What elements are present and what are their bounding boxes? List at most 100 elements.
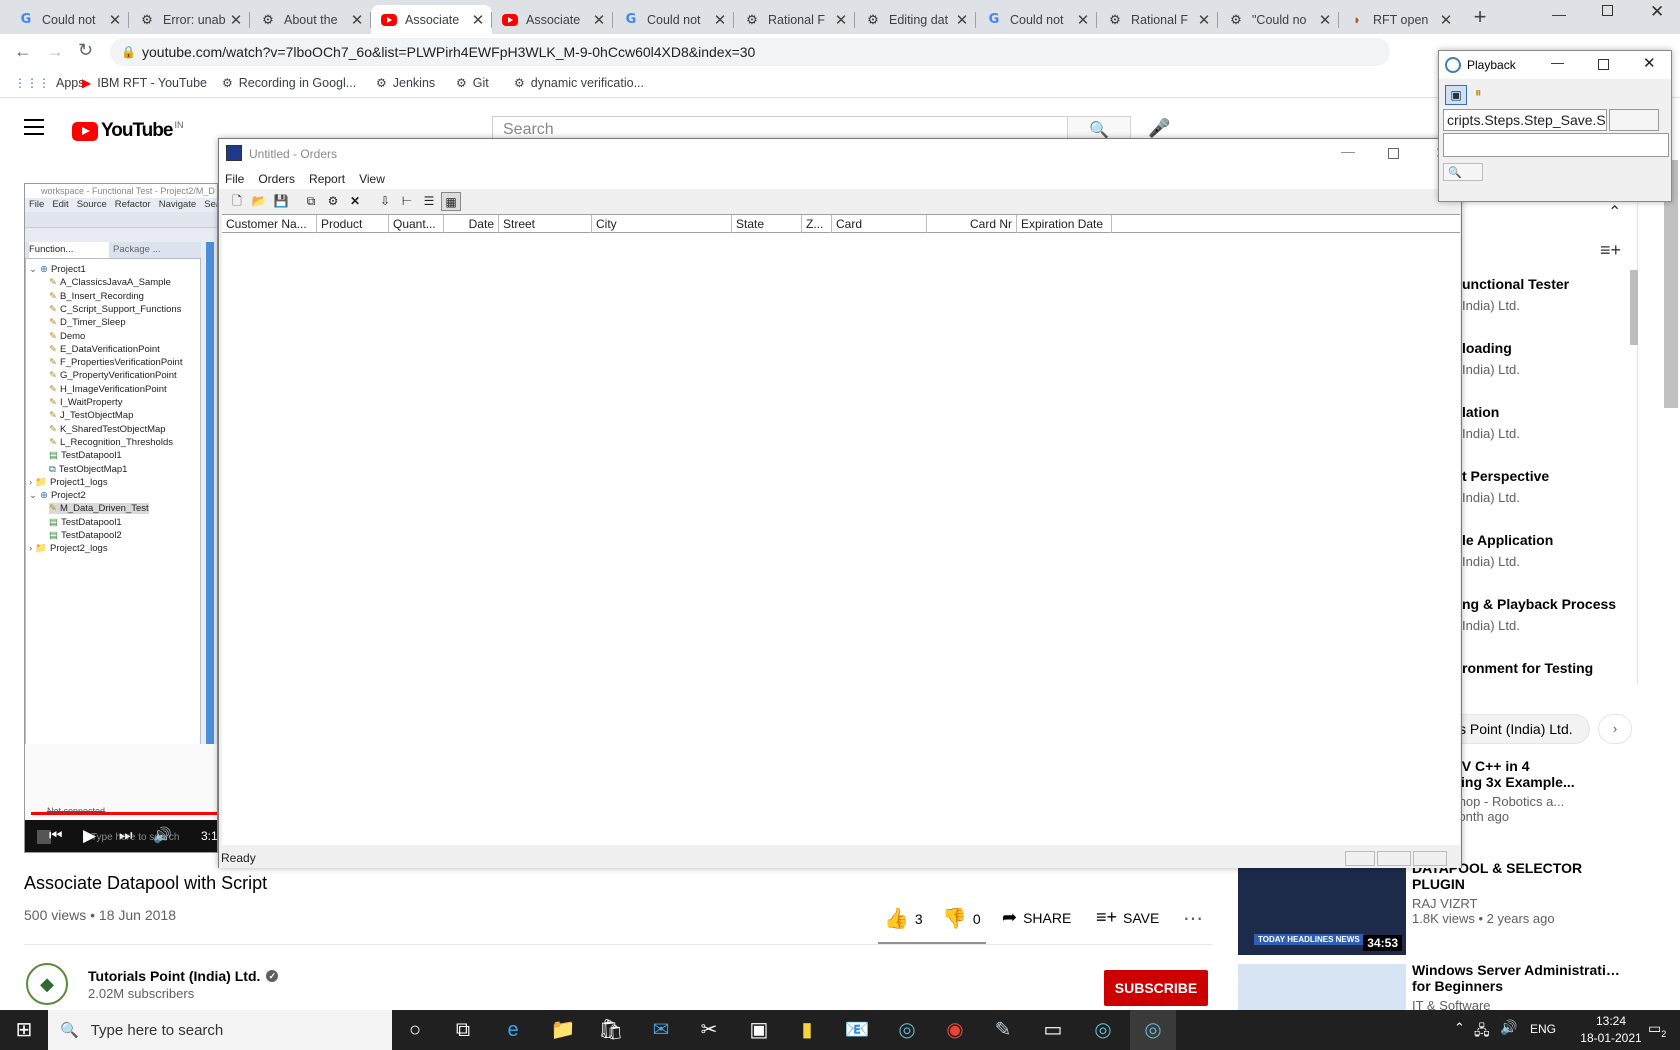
rec-3[interactable]: Windows Server Administration for Beginn…: [1412, 962, 1622, 1010]
channel-avatar[interactable]: ◆: [26, 963, 68, 1005]
browser-tab[interactable]: ⚙ Rational F ✕: [1097, 5, 1218, 34]
windows-start-icon[interactable]: ⊞: [11, 1018, 37, 1042]
playlist-item[interactable]: ng & Playback Process India) Ltd.: [1462, 596, 1630, 652]
tree-item[interactable]: ▤ TestDatapool1: [49, 517, 122, 528]
rft-icon[interactable]: ◎: [894, 1018, 920, 1042]
minimize-browser-button[interactable]: —: [1552, 6, 1566, 22]
grid-column-header[interactable]: Card Nr: [927, 215, 1017, 233]
tree-project-node[interactable]: › 📁 Project2_logs: [29, 543, 108, 554]
collapse-playlist-icon[interactable]: ⌃: [1608, 202, 1621, 222]
menu-file[interactable]: File: [225, 172, 244, 186]
browser-tab[interactable]: G Could not ✕: [976, 5, 1097, 34]
tree-item[interactable]: ✎ Demo: [49, 331, 85, 342]
playlist-item[interactable]: t Perspective India) Ltd.: [1462, 468, 1630, 524]
playback-close-button[interactable]: ✕: [1643, 54, 1656, 72]
rft-icon[interactable]: ◎: [1090, 1018, 1116, 1042]
cortana-icon[interactable]: ○: [402, 1018, 428, 1042]
bookmark-ibm-rft[interactable]: ▶ IBM RFT - YouTube: [82, 76, 207, 90]
show-hidden-icons[interactable]: ⌃: [1454, 1020, 1465, 1036]
clock-time[interactable]: 13:24: [1582, 1014, 1640, 1028]
tree-view-icon[interactable]: ⊢: [397, 192, 417, 211]
tree-item[interactable]: ✎ B_Insert_Recording: [49, 291, 144, 302]
orders-grid-body[interactable]: [222, 233, 1460, 845]
properties-icon[interactable]: ⚙: [323, 192, 343, 211]
like-button[interactable]: 👍 3: [884, 906, 923, 931]
tree-item[interactable]: ✎ G_PropertyVerificationPoint: [49, 370, 177, 381]
grid-column-header[interactable]: Z...: [802, 215, 832, 233]
delete-icon[interactable]: ✕: [345, 192, 365, 211]
mail-icon[interactable]: ✉: [648, 1018, 674, 1042]
close-tab-icon[interactable]: ✕: [1438, 11, 1454, 29]
tree-item[interactable]: ✎ H_ImageVerificationPoint: [49, 384, 167, 395]
tree-item[interactable]: ▤ TestDatapool1: [49, 450, 122, 461]
file-explorer-icon[interactable]: 📁: [550, 1018, 576, 1042]
playlist-item[interactable]: loading India) Ltd.: [1462, 340, 1630, 396]
rec-3-thumbnail[interactable]: [1238, 964, 1406, 1010]
open-folder-icon[interactable]: 📂: [249, 192, 269, 211]
new-tab-button[interactable]: +: [1466, 6, 1494, 30]
browser-tab[interactable]: ⚙ Error: unab ✕: [129, 5, 250, 34]
tree-item[interactable]: ✎ A_ClassicsJavaA_Sample: [49, 277, 171, 288]
menu-report[interactable]: Report: [309, 172, 345, 186]
terminal-icon[interactable]: ▭: [1040, 1018, 1066, 1042]
more-actions-icon[interactable]: ⋯: [1183, 906, 1203, 931]
tree-item[interactable]: ✎ K_SharedTestObjectMap: [49, 424, 166, 435]
subscribe-button[interactable]: SUBSCRIBE: [1104, 970, 1208, 1006]
close-tab-icon[interactable]: ✕: [349, 11, 365, 29]
grid-column-header[interactable]: Expiration Date: [1017, 215, 1112, 233]
network-icon[interactable]: 🖧: [1474, 1020, 1490, 1044]
forward-icon[interactable]: →: [46, 41, 64, 62]
notifications-icon[interactable]: ▭2: [1648, 1020, 1666, 1039]
tree-item[interactable]: ⧉ TestObjectMap1: [49, 464, 127, 475]
playlist-item[interactable]: unctional Tester India) Ltd.: [1462, 276, 1630, 332]
close-tab-icon[interactable]: ✕: [228, 11, 244, 29]
channel-name[interactable]: Tutorials Point (India) Ltd. ✓: [88, 968, 279, 984]
playback-minimize-button[interactable]: —: [1551, 55, 1564, 70]
grid-column-header[interactable]: Date: [444, 215, 499, 233]
tree-item[interactable]: ✎ E_DataVerificationPoint: [49, 344, 160, 355]
playlist-item[interactable]: le Application India) Ltd.: [1462, 532, 1630, 588]
playlist-options-icon[interactable]: ≡+: [1600, 240, 1621, 261]
tree-item[interactable]: ✎ D_Timer_Sleep: [49, 317, 126, 328]
close-browser-button[interactable]: ✕: [1650, 2, 1664, 22]
grid-column-header[interactable]: Quant...: [389, 215, 444, 233]
browser-tab[interactable]: Associate ✕: [492, 5, 613, 34]
browser-tab[interactable]: G Could not ✕: [8, 5, 129, 34]
previous-icon[interactable]: ⏮: [49, 827, 63, 844]
close-tab-icon[interactable]: ✕: [1075, 11, 1091, 29]
tree-item[interactable]: ✎ C_Script_Support_Functions: [49, 304, 181, 315]
grid-column-header[interactable]: State: [732, 215, 802, 233]
tree-item[interactable]: ✎ I_WaitProperty: [49, 397, 122, 408]
input-language[interactable]: ENG: [1530, 1022, 1556, 1036]
sticky-notes-icon[interactable]: ▮: [794, 1018, 820, 1042]
stop-playback-icon[interactable]: ▣: [1445, 85, 1467, 105]
close-tab-icon[interactable]: ✕: [712, 11, 728, 29]
dislike-button[interactable]: 👎 0: [942, 906, 981, 931]
bookmark-apps[interactable]: ⋮⋮⋮ Apps: [14, 76, 85, 90]
orders-minimize-button[interactable]: —: [1341, 143, 1355, 159]
close-tab-icon[interactable]: ✕: [591, 11, 607, 29]
new-file-icon[interactable]: 🗋: [227, 192, 247, 211]
sort-icon[interactable]: ⇩: [375, 192, 395, 211]
playback-maximize-button[interactable]: [1598, 59, 1609, 70]
tree-project-node[interactable]: ⌄ ⊕ Project2: [29, 490, 86, 501]
tree-project-node[interactable]: › 📁 Project1_logs: [29, 477, 108, 488]
grid-column-header[interactable]: Card: [832, 215, 927, 233]
taskbar-search-box[interactable]: 🔍 Type here to search: [48, 1010, 392, 1050]
bookmark-git[interactable]: ⚙ Git: [456, 76, 489, 90]
browser-tab[interactable]: Associate ✕: [371, 5, 492, 34]
chrome-icon[interactable]: ◉: [942, 1018, 968, 1042]
restore-browser-button[interactable]: [1602, 5, 1613, 16]
address-bar[interactable]: 🔒 youtube.com/watch?v=7lboOCh7_6o&list=P…: [110, 38, 1390, 66]
store-icon[interactable]: 🛍: [598, 1018, 624, 1042]
menu-orders[interactable]: Orders: [258, 172, 295, 186]
tools-icon[interactable]: ✂: [696, 1018, 722, 1042]
grid-column-header[interactable]: Product: [317, 215, 389, 233]
reload-icon[interactable]: ↻: [78, 40, 93, 61]
close-tab-icon[interactable]: ✕: [1317, 11, 1333, 29]
browser-tab[interactable]: G Could not ✕: [613, 5, 734, 34]
playback-find-button[interactable]: 🔍: [1443, 163, 1483, 181]
save-button[interactable]: ≡+ SAVE: [1096, 907, 1159, 928]
close-tab-icon[interactable]: ✕: [1196, 11, 1212, 29]
tree-item[interactable]: ✎ F_PropertiesVerificationPoint: [49, 357, 182, 368]
